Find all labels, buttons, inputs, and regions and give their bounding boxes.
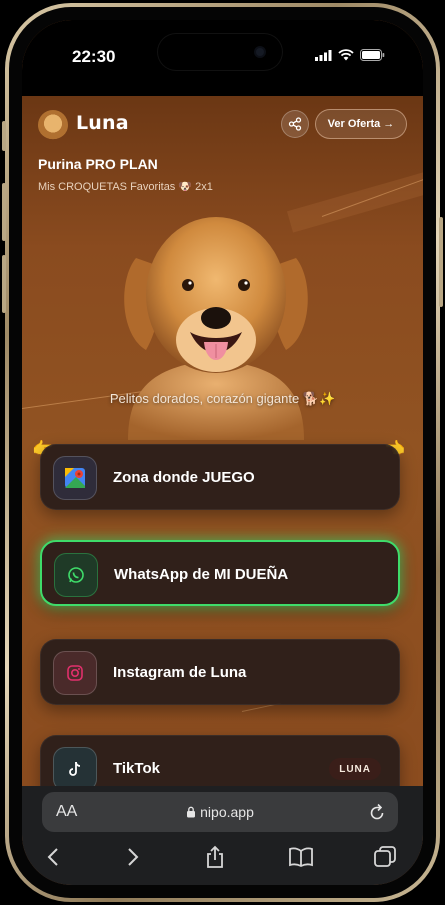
wifi-icon (338, 49, 354, 61)
tiktok-icon (53, 747, 97, 786)
link-page[interactable]: Luna Ver Oferta → Purina PRO PLAN Mis CR… (22, 96, 423, 786)
link-label: Zona donde JUEGO (113, 469, 255, 486)
link-label: Instagram de Luna (113, 664, 247, 681)
back-icon (47, 848, 58, 866)
camera-icon (254, 46, 266, 58)
forward-icon (128, 848, 139, 866)
status-bar: 22:30 (22, 20, 423, 96)
whatsapp-icon (54, 553, 98, 597)
power-button (439, 217, 443, 307)
cellular-signal-icon (315, 49, 332, 61)
brand-title: Purina PRO PLAN (38, 156, 158, 172)
link-label: WhatsApp de MI DUEÑA (114, 566, 289, 583)
share-icon (207, 845, 223, 868)
bookmarks-button[interactable] (286, 842, 316, 872)
phone-frame: 22:30 Luna Ver Oferta → Purina PRO PLAN … (2, 3, 443, 902)
reload-icon[interactable] (368, 801, 386, 821)
link-button-tiktok[interactable]: TikTok LUNA (40, 735, 400, 786)
forward-button[interactable] (118, 842, 148, 872)
browser-toolbar (22, 842, 423, 874)
url-label: nipo.app (200, 804, 254, 820)
lock-icon (187, 806, 196, 818)
url-text[interactable]: nipo.app (42, 804, 398, 820)
bookmarks-icon (289, 847, 313, 867)
tabs-button[interactable] (370, 842, 400, 872)
dynamic-island (158, 34, 282, 70)
tabs-icon (374, 846, 396, 867)
link-button-whatsapp[interactable]: WhatsApp de MI DUEÑA (40, 540, 400, 606)
instagram-icon (53, 651, 97, 695)
volume-up-button (2, 183, 6, 241)
offer-button[interactable]: Ver Oferta → (315, 109, 407, 139)
link-label: TikTok (113, 760, 160, 777)
action-button (2, 121, 6, 151)
link-button-instagram[interactable]: Instagram de Luna (40, 639, 400, 705)
brand-subtitle: Mis CROQUETAS Favoritas 🐶 2x1 (38, 181, 213, 193)
battery-icon (360, 49, 385, 61)
status-time: 22:30 (72, 47, 116, 66)
tiktok-badge: LUNA (329, 758, 381, 780)
share-page-button[interactable] (200, 842, 230, 872)
hero-caption: Pelitos dorados, corazón gigante 🐕✨ (109, 391, 336, 406)
link-button-maps[interactable]: Zona donde JUEGO (40, 444, 400, 510)
browser-bottom-bar: AA nipo.app (22, 786, 423, 885)
volume-down-button (2, 255, 6, 313)
bezel: 22:30 Luna Ver Oferta → Purina PRO PLAN … (9, 7, 436, 898)
share-button[interactable] (281, 110, 309, 138)
status-icons (315, 49, 385, 61)
back-button[interactable] (38, 842, 68, 872)
google-maps-icon (53, 456, 97, 500)
profile-header: Luna Ver Oferta → (38, 109, 407, 144)
screen: 22:30 Luna Ver Oferta → Purina PRO PLAN … (22, 20, 423, 885)
dog-avatar-icon (38, 110, 68, 140)
share-icon (288, 117, 302, 131)
address-bar[interactable]: AA nipo.app (42, 792, 398, 832)
profile-name: Luna (76, 112, 129, 134)
